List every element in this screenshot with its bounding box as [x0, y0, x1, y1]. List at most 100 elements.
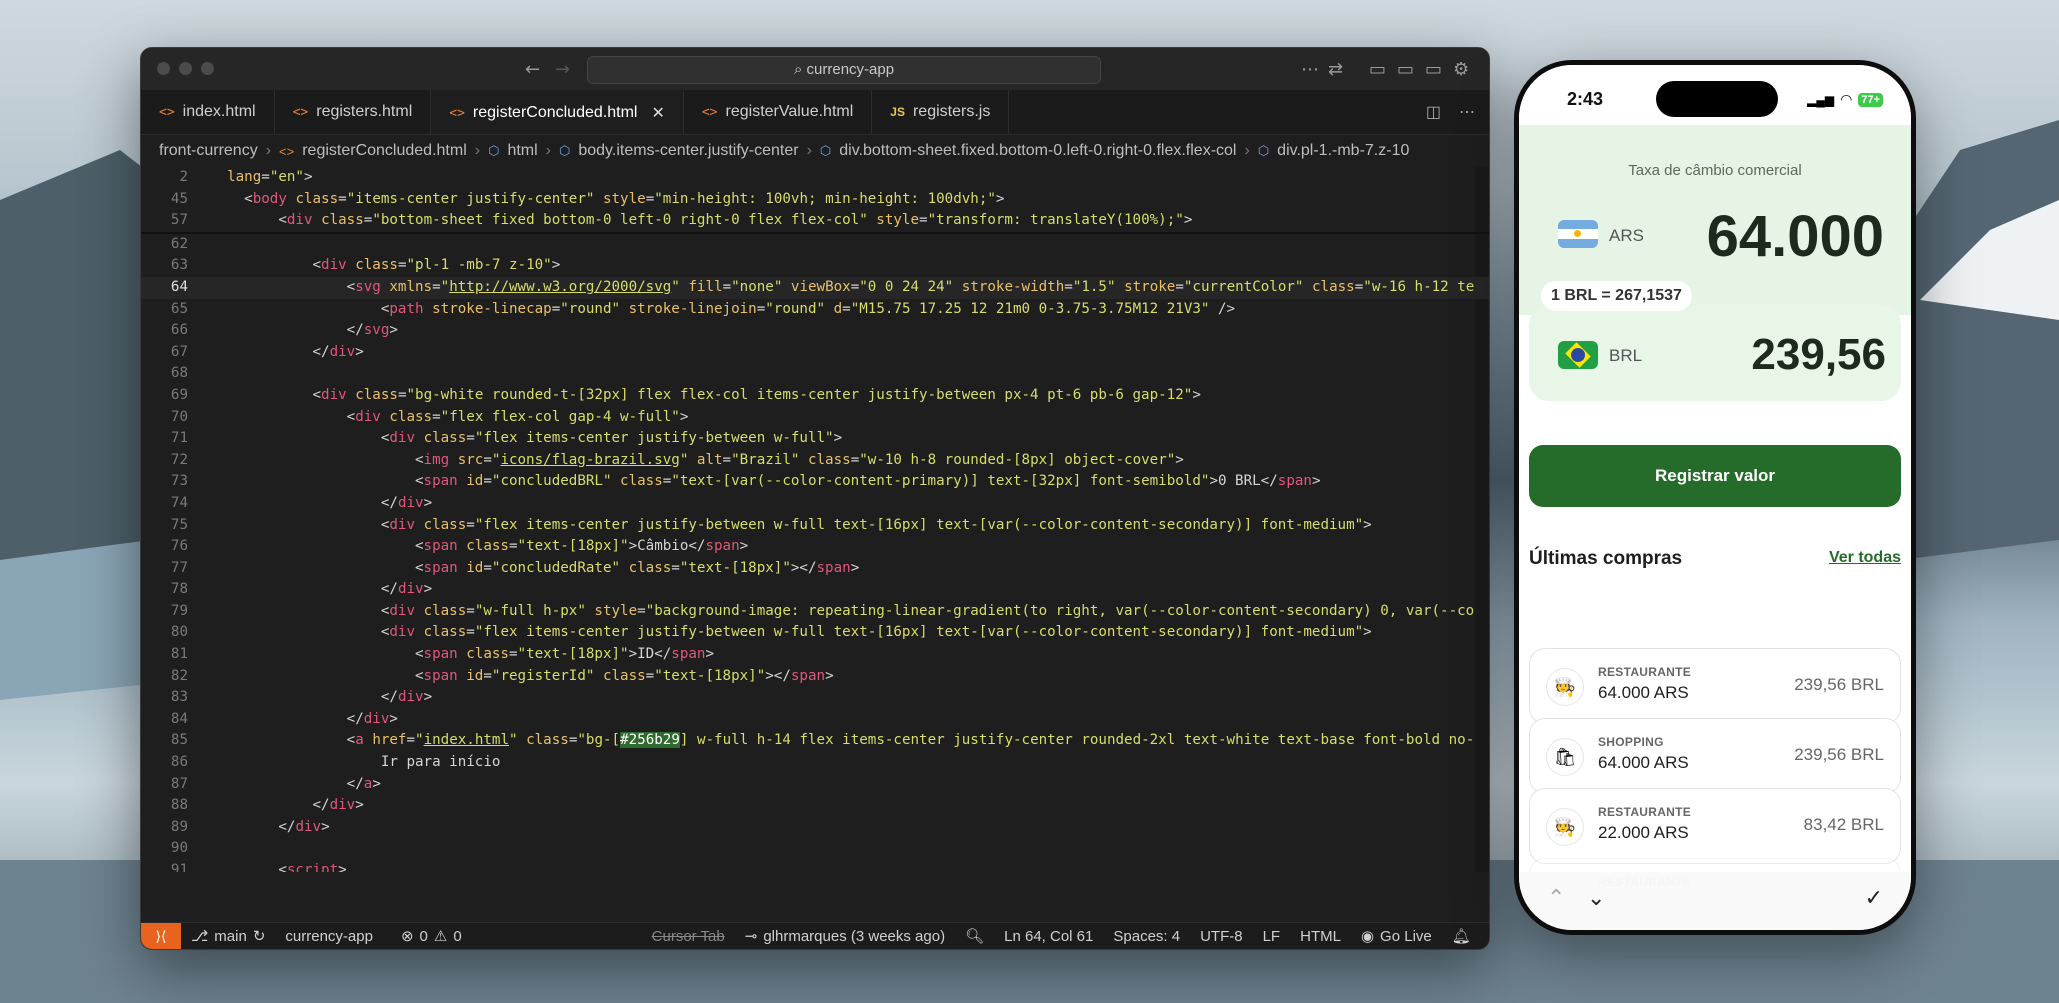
- code-line[interactable]: 89 </div>: [141, 817, 1489, 839]
- code-line[interactable]: 77 <span id="concludedRate" class="text-…: [141, 558, 1489, 580]
- code-line[interactable]: 86 Ir para início: [141, 752, 1489, 774]
- tab-registerConcluded-html[interactable]: <> registerConcluded.html ✕: [431, 90, 684, 134]
- code-line[interactable]: 85 <a href="index.html" class="bg-[#256b…: [141, 730, 1489, 752]
- tab-registerValue-html[interactable]: <> registerValue.html: [684, 90, 873, 134]
- keyboard-toolbar: ⌃ ⌄ ✓: [1519, 872, 1911, 930]
- code-line[interactable]: 79 <div class="w-full h-px" style="backg…: [141, 601, 1489, 623]
- purchase-item[interactable]: 🧑‍🍳 RESTAURANTE 64.000 ARS 239,56 BRL: [1529, 648, 1901, 724]
- tab-registers-html[interactable]: <> registers.html: [275, 90, 432, 134]
- toggle-sidebar-icon[interactable]: ▭: [1369, 59, 1386, 80]
- split-editor-icon[interactable]: ◫: [1426, 102, 1441, 122]
- search-label: currency-app: [806, 61, 895, 78]
- see-all-link[interactable]: Ver todas: [1829, 549, 1901, 567]
- toggle-secondary-sidebar-icon[interactable]: ▭: [1425, 59, 1442, 80]
- settings-gear-icon[interactable]: ⚙: [1453, 59, 1469, 80]
- code-line[interactable]: 45 <body class="items-center justify-cen…: [141, 189, 1489, 211]
- code-line[interactable]: 57 <div class="bottom-sheet fixed bottom…: [141, 210, 1489, 234]
- code-line[interactable]: 62: [141, 234, 1489, 256]
- code-line[interactable]: 87 </a>: [141, 774, 1489, 796]
- code-line[interactable]: 70 <div class="flex flex-col gap-4 w-ful…: [141, 407, 1489, 429]
- chevron-down-icon[interactable]: ⌄: [1587, 886, 1605, 911]
- code-line[interactable]: 75 <div class="flex items-center justify…: [141, 515, 1489, 537]
- problems-indicator[interactable]: ⊗ 0 ⚠ 0: [401, 927, 462, 946]
- code-line[interactable]: 84 </div>: [141, 709, 1489, 731]
- breadcrumb-item[interactable]: front-currency: [159, 142, 258, 160]
- checkmark-icon[interactable]: ✓: [1865, 886, 1883, 911]
- code-line[interactable]: 67 </div>: [141, 342, 1489, 364]
- close-window-button[interactable]: [157, 62, 170, 75]
- close-tab-icon[interactable]: ✕: [651, 103, 664, 123]
- tab-registers-js[interactable]: JS registers.js: [872, 90, 1010, 134]
- command-search-input[interactable]: ⌕ currency-app: [587, 56, 1101, 84]
- code-line[interactable]: 88 </div>: [141, 795, 1489, 817]
- line-number: 75: [170, 516, 188, 533]
- tab-index-html[interactable]: <> index.html: [141, 90, 275, 134]
- breadcrumb-item[interactable]: html: [507, 142, 537, 160]
- branch-name: main: [214, 927, 247, 945]
- branch-indicator[interactable]: ⎇ main ↻: [191, 927, 265, 946]
- back-arrow-icon[interactable]: ←: [525, 59, 540, 80]
- code-line[interactable]: 91 <script>: [141, 860, 1489, 872]
- notifications-bell-icon[interactable]: 🔔︎: [1452, 927, 1471, 945]
- code-line[interactable]: 81 <span class="text-[18px]">ID</span>: [141, 644, 1489, 666]
- code-text: </div>: [380, 581, 433, 598]
- purchase-item[interactable]: 🧑‍🍳 RESTAURANTE 22.000 ARS 83,42 BRL: [1529, 788, 1901, 864]
- code-line[interactable]: 83 </div>: [141, 687, 1489, 709]
- purchase-amount-brl: 239,56 BRL: [1794, 675, 1884, 694]
- minimize-window-button[interactable]: [179, 62, 192, 75]
- code-text: <body class="items-center justify-center…: [244, 190, 1005, 207]
- eol-status[interactable]: LF: [1263, 928, 1281, 945]
- code-line[interactable]: 80 <div class="flex items-center justify…: [141, 622, 1489, 644]
- indentation-status[interactable]: Spaces: 4: [1113, 928, 1180, 945]
- chevron-up-icon[interactable]: ⌃: [1547, 886, 1565, 911]
- cursor-position[interactable]: Ln 64, Col 61: [1004, 928, 1093, 945]
- zoom-icon[interactable]: 🔍︎: [965, 927, 984, 945]
- title-bar: ← → ⌕ currency-app ⋯ ⇄ ▭ ▭ ▭ ⚙: [141, 48, 1489, 90]
- window-controls[interactable]: [157, 62, 214, 75]
- breadcrumb-item[interactable]: body.items-center.justify-center: [578, 142, 798, 160]
- battery-icon: 77+: [1858, 92, 1883, 107]
- compare-icon[interactable]: ⇄: [1328, 59, 1343, 80]
- code-line[interactable]: 82 <span id="registerId" class="text-[18…: [141, 666, 1489, 688]
- code-line[interactable]: 69 <div class="bg-white rounded-t-[32px]…: [141, 385, 1489, 407]
- breadcrumb-item[interactable]: registerConcluded.html: [302, 142, 467, 160]
- breadcrumb-item[interactable]: div.bottom-sheet.fixed.bottom-0.left-0.r…: [839, 142, 1236, 160]
- code-line[interactable]: 64 <svg xmlns="http://www.w3.org/2000/sv…: [141, 276, 1489, 299]
- code-line[interactable]: 74 </div>: [141, 493, 1489, 515]
- toggle-panel-icon[interactable]: ▭: [1397, 59, 1414, 80]
- recent-purchases-title: Últimas compras: [1529, 548, 1683, 569]
- code-line[interactable]: 68: [141, 363, 1489, 385]
- code-line[interactable]: 66 </svg>: [141, 320, 1489, 342]
- code-text: <div class="bottom-sheet fixed bottom-0 …: [278, 212, 1193, 229]
- from-amount[interactable]: 64.000: [1707, 203, 1884, 270]
- git-blame-status[interactable]: ⊸ glhrmarques (3 weeks ago): [745, 927, 945, 946]
- html-file-icon: <>: [701, 104, 718, 120]
- code-line[interactable]: 76 <span class="text-[18px]">Câmbio</spa…: [141, 536, 1489, 558]
- code-line[interactable]: 78 </div>: [141, 579, 1489, 601]
- code-line[interactable]: 2 lang="en">: [141, 167, 1489, 189]
- code-text: lang="en">: [227, 169, 313, 185]
- code-line[interactable]: 65 <path stroke-linecap="round" stroke-l…: [141, 299, 1489, 321]
- go-live-button[interactable]: ◉ Go Live: [1361, 927, 1432, 946]
- forward-arrow-icon[interactable]: →: [555, 59, 570, 80]
- language-mode[interactable]: HTML: [1300, 928, 1341, 945]
- code-text: <span id="concludedRate" class="text-[18…: [415, 559, 860, 576]
- code-text: <span id="concludedBRL" class="text-[var…: [415, 473, 1321, 490]
- line-number: 83: [170, 689, 188, 706]
- code-line[interactable]: 72 <img src="icons/flag-brazil.svg" alt=…: [141, 450, 1489, 472]
- code-line[interactable]: 90: [141, 838, 1489, 860]
- zoom-window-button[interactable]: [201, 62, 214, 75]
- code-line[interactable]: 71 <div class="flex items-center justify…: [141, 428, 1489, 450]
- remote-indicator-icon[interactable]: ⟩⟨: [141, 923, 181, 949]
- code-area[interactable]: 2 lang="en"> 45 <body class="items-center…: [141, 167, 1489, 872]
- cursor-tab-status[interactable]: Cursor Tab: [652, 928, 725, 945]
- html-file-icon: <>: [159, 104, 175, 120]
- breadcrumb-item[interactable]: div.pl-1.-mb-7.z-10: [1277, 142, 1409, 160]
- register-value-button[interactable]: Registrar valor: [1529, 445, 1901, 507]
- purchase-item[interactable]: 🛍 SHOPPING 64.000 ARS 239,56 BRL: [1529, 718, 1901, 794]
- encoding-status[interactable]: UTF-8: [1200, 928, 1243, 945]
- code-line[interactable]: 73 <span id="concludedBRL" class="text-[…: [141, 471, 1489, 493]
- code-line[interactable]: 63 <div class="pl-1 -mb-7 z-10">: [141, 255, 1489, 277]
- more-actions-icon[interactable]: ⋯: [1459, 102, 1475, 122]
- more-icon[interactable]: ⋯: [1301, 59, 1319, 80]
